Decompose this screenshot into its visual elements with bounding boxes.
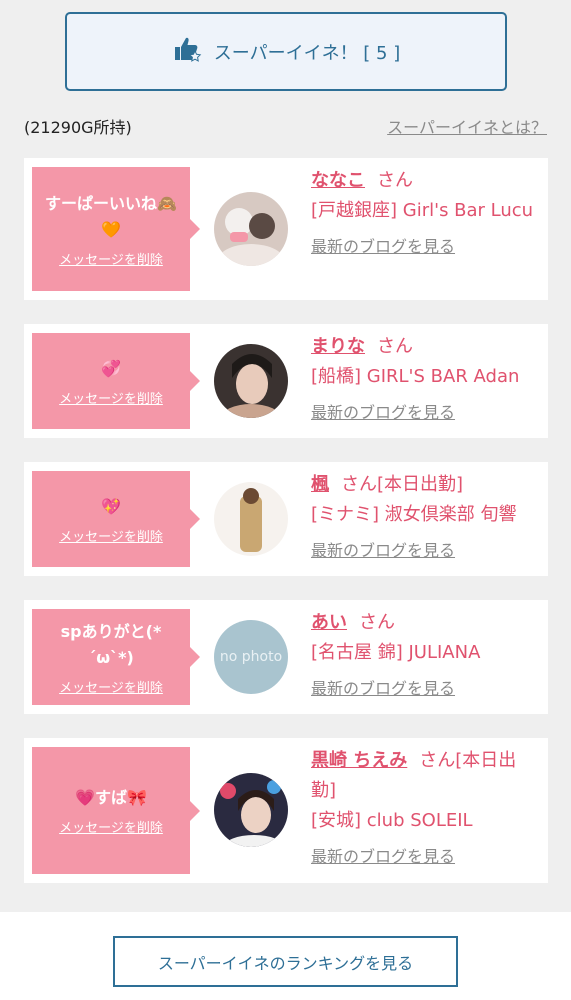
- latest-blog-link[interactable]: 最新のブログを見る: [311, 537, 455, 561]
- owned-points: (21290G所持): [24, 118, 132, 137]
- delete-message-link[interactable]: メッセージを削除: [59, 249, 163, 268]
- avatar[interactable]: [214, 192, 288, 266]
- latest-blog-link[interactable]: 最新のブログを見る: [311, 233, 455, 257]
- shop-name: [戸越銀座] Girl's Bar Lucu: [311, 200, 534, 221]
- cast-info: ななこ さん [戸越銀座] Girl's Bar Lucu 最新のブログを見る: [311, 166, 534, 257]
- shop-name: [名古屋 錦] JULIANA: [311, 642, 481, 663]
- list-item: spありがと(*´ω`*) メッセージを削除 no photo あい さん [名古…: [24, 600, 548, 714]
- avatar[interactable]: [214, 773, 288, 847]
- cast-name[interactable]: 黒崎 ちえみ: [311, 750, 407, 771]
- list-item: 💞 メッセージを削除 まりな さん [船橋] GIRL'S BAR Adan 最新…: [24, 324, 548, 438]
- cast-info: まりな さん [船橋] GIRL'S BAR Adan 最新のブログを見る: [311, 332, 534, 423]
- thumbs-up-star-icon: [172, 34, 202, 69]
- avatar[interactable]: no photo: [214, 620, 288, 694]
- latest-blog-link[interactable]: 最新のブログを見る: [311, 675, 455, 699]
- honorific: さん: [419, 750, 456, 771]
- message-bubble: spありがと(*´ω`*) メッセージを削除: [32, 609, 200, 705]
- footer: スーパーイイネのランキングを見る: [0, 912, 571, 1000]
- cast-name[interactable]: まりな: [311, 336, 365, 357]
- shop-name: [ミナミ] 淑女倶楽部 旬響: [311, 504, 517, 525]
- latest-blog-link[interactable]: 最新のブログを見る: [311, 399, 455, 423]
- delete-message-link[interactable]: メッセージを削除: [59, 817, 163, 836]
- delete-message-link[interactable]: メッセージを削除: [59, 526, 163, 545]
- message-text: 💞: [101, 358, 121, 378]
- no-photo-placeholder: no photo: [219, 649, 283, 665]
- cast-info: 楓さん[本日出勤] [ミナミ] 淑女倶楽部 旬響 最新のブログを見る: [311, 470, 534, 561]
- message-text: 💖: [101, 496, 121, 516]
- status-badge: [本日出勤]: [377, 474, 464, 495]
- honorific: さん: [359, 612, 395, 633]
- list-item: すーぱーいいね🙈🧡 メッセージを削除 ななこ さん [戸越銀座] Girl's B…: [24, 158, 548, 300]
- cast-info: 黒崎 ちえみ さん[本日出勤] [安城] club SOLEIL 最新のブログを見…: [311, 746, 534, 867]
- ranking-button[interactable]: スーパーイイネのランキングを見る: [113, 936, 458, 987]
- avatar[interactable]: [214, 344, 288, 418]
- message-text: 💗すば🎀: [75, 788, 147, 807]
- latest-blog-link[interactable]: 最新のブログを見る: [311, 843, 455, 867]
- delete-message-link[interactable]: メッセージを削除: [59, 677, 163, 696]
- super-iine-label: スーパーイイネ！ [ 5 ]: [213, 42, 401, 64]
- list-item: 💗すば🎀 メッセージを削除 黒崎 ちえみ さん[本日出勤] [安城] club S…: [24, 738, 548, 883]
- cast-name[interactable]: 楓: [311, 474, 329, 495]
- avatar[interactable]: [214, 482, 288, 556]
- shop-name: [船橋] GIRL'S BAR Adan: [311, 366, 520, 387]
- super-iine-button[interactable]: スーパーイイネ！ [ 5 ]: [65, 12, 507, 91]
- list-item: 💖 メッセージを削除 楓さん[本日出勤] [ミナミ] 淑女倶楽部 旬響 最新のブ…: [24, 462, 548, 576]
- honorific: さん: [377, 336, 413, 357]
- cast-name[interactable]: あい: [311, 612, 347, 633]
- message-bubble: 💞 メッセージを削除: [32, 333, 200, 429]
- message-bubble: 💗すば🎀 メッセージを削除: [32, 747, 200, 874]
- shop-name: [安城] club SOLEIL: [311, 810, 473, 831]
- message-text: spありがと(*´ω`*): [60, 621, 162, 667]
- cast-name[interactable]: ななこ: [311, 170, 365, 191]
- delete-message-link[interactable]: メッセージを削除: [59, 388, 163, 407]
- message-bubble: すーぱーいいね🙈🧡 メッセージを削除: [32, 167, 200, 291]
- about-super-iine-link[interactable]: スーパーイイネとは？: [387, 114, 547, 138]
- message-bubble: 💖 メッセージを削除: [32, 471, 200, 567]
- honorific: さん: [341, 474, 377, 495]
- cast-info: あい さん [名古屋 錦] JULIANA 最新のブログを見る: [311, 608, 534, 699]
- honorific: さん: [377, 170, 413, 191]
- message-text: すーぱーいいね🙈🧡: [45, 193, 177, 239]
